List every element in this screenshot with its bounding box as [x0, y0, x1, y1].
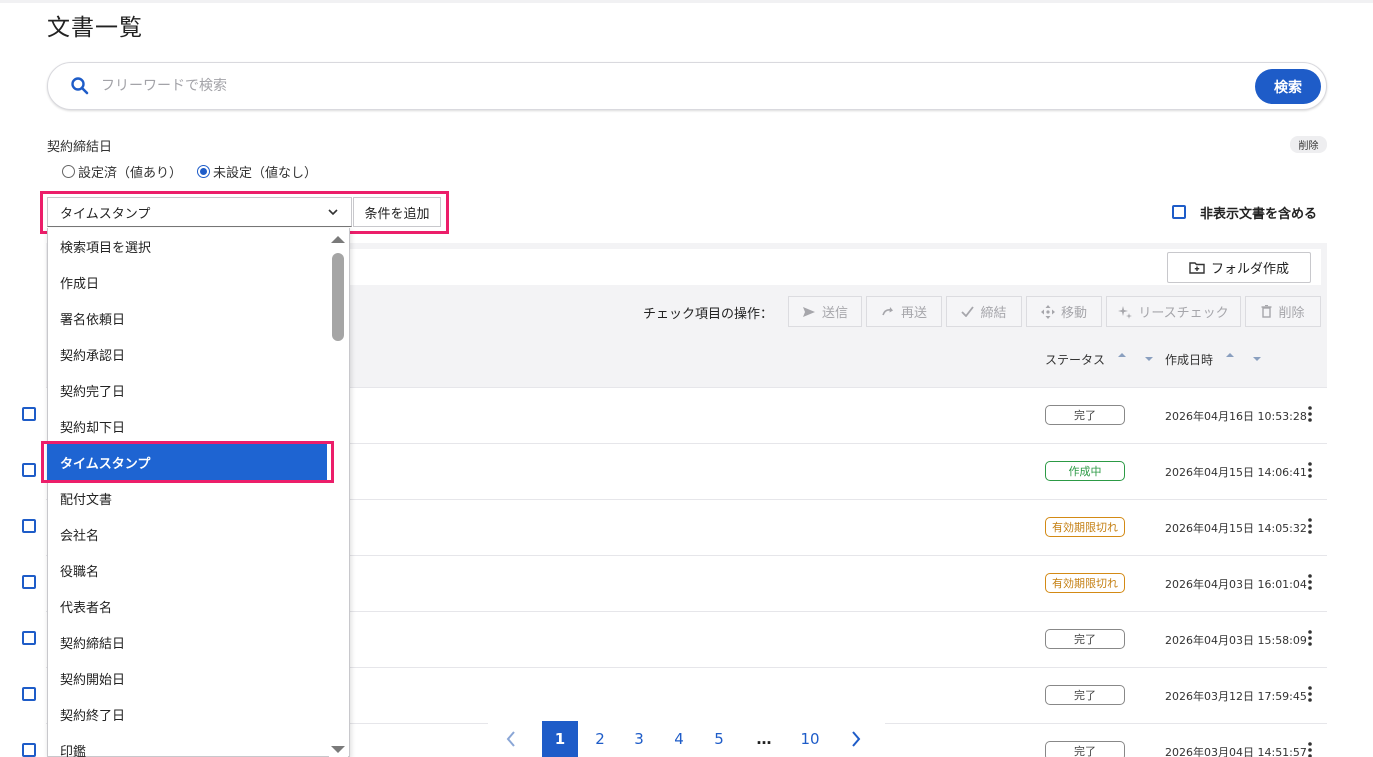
row-checkbox[interactable]	[22, 463, 36, 477]
kebab-menu-icon[interactable]	[1307, 742, 1313, 757]
sort-asc-icon[interactable]	[1118, 352, 1126, 366]
page-button[interactable]: 5	[701, 721, 737, 757]
create-folder-label: フォルダ作成	[1210, 262, 1289, 277]
dropdown-item[interactable]: 役職名	[47, 552, 327, 588]
dropdown-item[interactable]: 契約締結日	[47, 624, 327, 660]
radio-set-label[interactable]: 設定済（値あり）	[78, 162, 182, 181]
page-button[interactable]: 2	[582, 721, 618, 757]
trash-icon	[1261, 305, 1272, 318]
sort-desc-icon[interactable]	[1253, 352, 1261, 366]
row-created-date: 2026年04月03日 16:01:04	[1165, 578, 1307, 591]
folder-plus-icon	[1189, 262, 1205, 274]
conclude-button[interactable]: 締結	[946, 296, 1022, 327]
dropdown-item[interactable]: 契約開始日	[47, 660, 327, 696]
resend-button[interactable]: 再送	[866, 296, 942, 327]
sparkle-icon	[1118, 305, 1133, 319]
kebab-menu-icon[interactable]	[1307, 462, 1313, 478]
delete-button[interactable]: 削除	[1245, 296, 1321, 327]
send-icon	[802, 306, 815, 317]
move-icon	[1040, 304, 1055, 319]
dropdown-item-highlight-frame	[41, 441, 334, 483]
page-ellipsis: …	[756, 730, 772, 748]
move-label: 移動	[1060, 306, 1087, 321]
radio-unset-label[interactable]: 未設定（値なし）	[213, 162, 317, 181]
filter-radio-group: 設定済（値あり） 未設定（値なし）	[62, 162, 332, 181]
filter-label: 契約締結日	[47, 140, 113, 155]
dropdown-item[interactable]: 契約却下日	[47, 408, 327, 444]
dropdown-scroll-thumb[interactable]	[332, 253, 344, 341]
row-checkbox[interactable]	[22, 575, 36, 589]
row-checkbox[interactable]	[22, 407, 36, 421]
search-icon	[71, 77, 89, 95]
sort-desc-icon[interactable]	[1145, 352, 1153, 366]
sort-asc-icon[interactable]	[1226, 352, 1234, 366]
row-created-date: 2026年04月16日 10:53:28	[1165, 410, 1307, 423]
dropdown-item[interactable]: 印鑑	[47, 732, 327, 757]
status-badge: 作成中	[1045, 461, 1125, 481]
status-badge: 完了	[1045, 741, 1125, 757]
row-created-date: 2026年04月15日 14:06:41	[1165, 466, 1307, 479]
check-icon	[961, 306, 975, 317]
kebab-menu-icon[interactable]	[1307, 686, 1313, 702]
dropdown-item[interactable]: 検索項目を選択	[47, 228, 327, 264]
row-created-date: 2026年04月15日 14:05:32	[1165, 522, 1307, 535]
status-badge: 完了	[1045, 405, 1125, 425]
column-header-status[interactable]: ステータス	[1045, 351, 1105, 368]
scroll-up-arrow-icon[interactable]	[330, 234, 346, 244]
conclude-label: 締結	[980, 306, 1007, 321]
scroll-down-arrow-icon[interactable]	[330, 745, 346, 755]
include-hidden-checkbox[interactable]	[1172, 205, 1186, 219]
chevron-right-icon[interactable]	[850, 731, 862, 747]
lease-check-label: リースチェック	[1138, 306, 1229, 321]
dropdown-item[interactable]: 契約終了日	[47, 696, 327, 732]
radio-set[interactable]	[62, 165, 75, 178]
move-button[interactable]: 移動	[1026, 296, 1102, 327]
delete-label: 削除	[1278, 306, 1305, 321]
dropdown-item[interactable]: 契約完了日	[47, 372, 327, 408]
column-header-created[interactable]: 作成日時	[1165, 351, 1213, 368]
dropdown-item[interactable]: 会社名	[47, 516, 327, 552]
create-folder-button[interactable]: フォルダ作成	[1167, 252, 1311, 283]
top-divider	[0, 0, 1373, 3]
status-badge: 完了	[1045, 685, 1125, 705]
kebab-menu-icon[interactable]	[1307, 574, 1313, 590]
row-checkbox[interactable]	[22, 687, 36, 701]
dropdown-item[interactable]: 配付文書	[47, 480, 327, 516]
dropdown-item[interactable]: 署名依頼日	[47, 300, 327, 336]
status-badge: 有効期限切れ	[1045, 517, 1125, 537]
filter-delete-button[interactable]: 削除	[1290, 136, 1327, 153]
status-badge: 完了	[1045, 629, 1125, 649]
status-badge: 有効期限切れ	[1045, 573, 1125, 593]
page-button[interactable]: 1	[542, 721, 578, 757]
lease-check-button[interactable]: リースチェック	[1106, 296, 1241, 327]
ops-label: チェック項目の操作：	[643, 307, 774, 322]
kebab-menu-icon[interactable]	[1307, 518, 1313, 534]
include-hidden-label[interactable]: 非表示文書を含める	[1200, 203, 1317, 222]
row-checkbox[interactable]	[22, 743, 36, 757]
row-created-date: 2026年03月04日 14:51:57	[1165, 746, 1307, 757]
redo-icon	[882, 306, 893, 315]
row-created-date: 2026年04月03日 15:58:09	[1165, 634, 1307, 647]
search-input[interactable]	[101, 72, 1201, 100]
page-button[interactable]: 10	[792, 721, 828, 757]
dropdown-item[interactable]: 契約承認日	[47, 336, 327, 372]
resend-label: 再送	[900, 306, 927, 321]
send-label: 送信	[821, 306, 848, 321]
row-checkbox[interactable]	[22, 519, 36, 533]
page-title: 文書一覧	[47, 15, 143, 41]
row-checkbox[interactable]	[22, 631, 36, 645]
dropdown-item[interactable]: 作成日	[47, 264, 327, 300]
page-button[interactable]: 3	[621, 721, 657, 757]
page-button[interactable]: 4	[661, 721, 697, 757]
send-button[interactable]: 送信	[788, 296, 862, 327]
radio-unset[interactable]	[197, 165, 211, 178]
chevron-left-icon[interactable]	[505, 731, 517, 747]
search-button[interactable]: 検索	[1255, 69, 1321, 104]
kebab-menu-icon[interactable]	[1307, 406, 1313, 422]
kebab-menu-icon[interactable]	[1307, 630, 1313, 646]
row-created-date: 2026年03月12日 17:59:45	[1165, 690, 1307, 703]
dropdown-item[interactable]: 代表者名	[47, 588, 327, 624]
